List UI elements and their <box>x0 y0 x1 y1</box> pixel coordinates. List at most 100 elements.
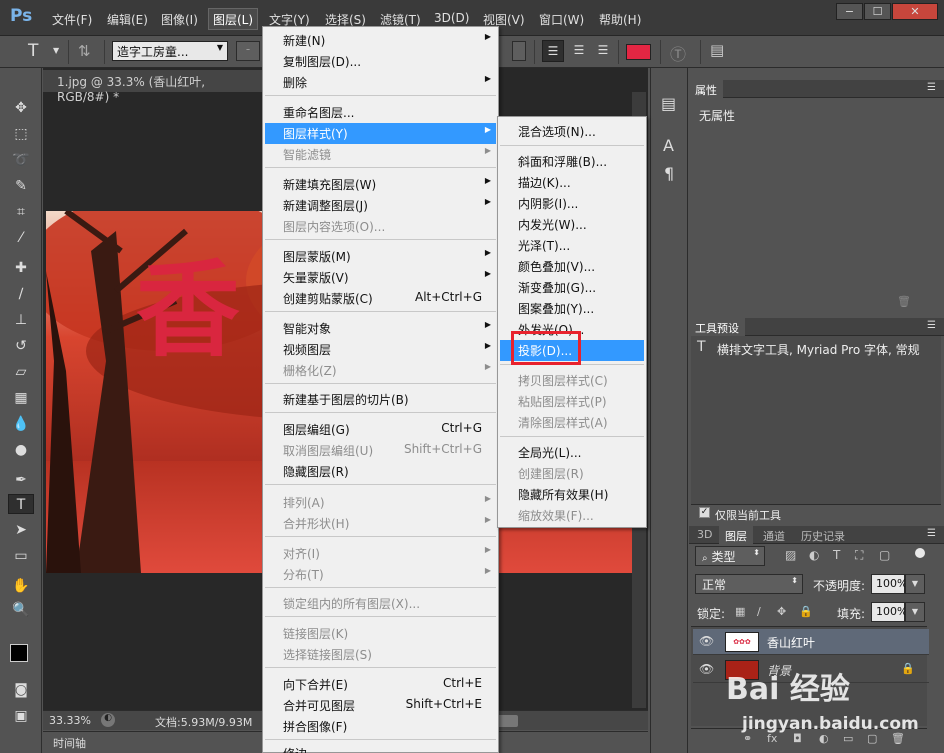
history-brush-icon[interactable]: ↺ <box>8 336 34 356</box>
stamp-tool-icon[interactable]: ⊥ <box>8 310 34 330</box>
submenu-item-scale-effects[interactable]: 缩放效果(F)... <box>500 505 644 526</box>
menu-edit[interactable]: 编辑(E) <box>107 11 148 27</box>
align-center-icon[interactable]: ☰ <box>568 40 590 62</box>
menu-item-merge-down[interactable]: 向下合并(E) Ctrl+E <box>265 674 496 695</box>
eye-icon[interactable]: 👁 <box>699 634 714 648</box>
type-tool-icon[interactable]: T <box>28 41 38 61</box>
move-tool-icon[interactable]: ✥ <box>8 98 34 118</box>
anti-alias-select[interactable] <box>512 41 526 61</box>
menu-item-matting[interactable]: 修边 <box>265 745 496 753</box>
menu-item-select-linked-layers[interactable]: 选择链接图层(S) <box>265 644 496 665</box>
submenu-item-inner-glow[interactable]: 内发光(W)... <box>500 214 644 235</box>
panel-menu-icon[interactable]: ☰ <box>927 528 936 539</box>
font-style-select[interactable]: - <box>236 41 260 61</box>
submenu-item-create-layer[interactable]: 创建图层(R) <box>500 463 644 484</box>
layer-name[interactable]: 香山红叶 <box>767 634 815 651</box>
tool-preset-entry[interactable]: 横排文字工具, Myriad Pro 字体, 常规 <box>717 341 920 358</box>
shape-tool-icon[interactable]: ▭ <box>8 546 34 566</box>
text-orientation-icon[interactable]: ⇅ <box>78 42 91 60</box>
submenu-item-blending-options[interactable]: 混合选项(N)... <box>500 121 644 142</box>
history-panel-icon[interactable]: ▤ <box>661 94 676 113</box>
menu-item-distribute[interactable]: 分布(T) ▶ <box>265 564 496 585</box>
menu-item-layer-content-options[interactable]: 图层内容选项(O)... <box>265 216 496 237</box>
menu-item-rename-layer[interactable]: 重命名图层... <box>265 102 496 123</box>
submenu-item-copy-layer-style[interactable]: 拷贝图层样式(C) <box>500 370 644 391</box>
menu-item-new-adjustment-layer[interactable]: 新建调整图层(J) ▶ <box>265 195 496 216</box>
foreground-color-swatch[interactable] <box>10 644 28 662</box>
submenu-item-color-overlay[interactable]: 颜色叠加(V)... <box>500 256 644 277</box>
submenu-item-pattern-overlay[interactable]: 图案叠加(Y)... <box>500 298 644 319</box>
tab-history[interactable]: 历史记录 <box>795 526 851 544</box>
timeline-tab[interactable]: 时间轴 <box>53 735 86 751</box>
menu-filter[interactable]: 滤镜(T) <box>380 11 421 27</box>
hand-tool-icon[interactable]: ✋ <box>8 576 34 596</box>
tab-3d[interactable]: 3D <box>691 526 718 544</box>
menu-item-merge-visible[interactable]: 合并可见图层 Shift+Ctrl+E <box>265 695 496 716</box>
fill-slider-toggle[interactable]: ▼ <box>905 602 925 622</box>
menu-type[interactable]: 文字(Y) <box>269 11 310 27</box>
submenu-item-satin[interactable]: 光泽(T)... <box>500 235 644 256</box>
zoom-level[interactable]: 33.33% <box>49 714 91 727</box>
submenu-item-clear-layer-style[interactable]: 清除图层样式(A) <box>500 412 644 433</box>
paragraph-panel-icon[interactable]: ¶ <box>664 164 674 183</box>
lock-pixels-icon[interactable]: ∕ <box>757 605 761 618</box>
menu-item-ungroup-layers[interactable]: 取消图层编组(U) Shift+Ctrl+G <box>265 440 496 461</box>
type-tool-icon[interactable]: T <box>8 494 34 514</box>
character-panel-icon[interactable]: A <box>663 136 674 155</box>
dodge-tool-icon[interactable]: ● <box>8 440 34 460</box>
menu-item-delete[interactable]: 删除 ▶ <box>265 72 496 93</box>
eye-icon[interactable]: 👁 <box>699 662 714 676</box>
warp-text-icon[interactable]: Ⓣ <box>670 41 686 65</box>
menu-select[interactable]: 选择(S) <box>325 11 366 27</box>
opacity-input[interactable]: 100% <box>871 574 907 594</box>
menu-item-flatten-image[interactable]: 拼合图像(F) <box>265 716 496 737</box>
menu-item-smart-filter[interactable]: 智能滤镜 ▶ <box>265 144 496 165</box>
menu-item-layer-mask[interactable]: 图层蒙版(M) ▶ <box>265 246 496 267</box>
menu-item-group-layers[interactable]: 图层编组(G) Ctrl+G <box>265 419 496 440</box>
text-color-swatch[interactable] <box>626 44 651 60</box>
layer-row-selected[interactable]: 👁 ✿✿✿ 香山红叶 <box>693 629 929 655</box>
panel-menu-icon[interactable]: ☰ <box>927 320 936 331</box>
submenu-item-inner-shadow[interactable]: 内阴影(I)... <box>500 193 644 214</box>
minimize-button[interactable]: − <box>836 3 863 20</box>
menu-help[interactable]: 帮助(H) <box>599 11 641 27</box>
menu-item-arrange[interactable]: 排列(A) ▶ <box>265 492 496 513</box>
menu-item-new[interactable]: 新建(N) ▶ <box>265 30 496 51</box>
menu-item-duplicate-layer[interactable]: 复制图层(D)... <box>265 51 496 72</box>
filter-pixel-icon[interactable]: ▨ <box>785 548 796 562</box>
menu-item-vector-mask[interactable]: 矢量蒙版(V) ▶ <box>265 267 496 288</box>
healing-brush-icon[interactable]: ✚ <box>8 258 34 278</box>
menu-item-lock-group-layers[interactable]: 锁定组内的所有图层(X)... <box>265 593 496 614</box>
marquee-tool-icon[interactable]: ⬚ <box>8 124 34 144</box>
blur-tool-icon[interactable]: 💧 <box>8 414 34 434</box>
menu-file[interactable]: 文件(F) <box>52 11 92 27</box>
eyedropper-tool-icon[interactable]: ⁄ <box>8 228 34 248</box>
pen-tool-icon[interactable]: ✒ <box>8 470 34 490</box>
menu-item-align[interactable]: 对齐(I) ▶ <box>265 543 496 564</box>
menu-image[interactable]: 图像(I) <box>161 11 198 27</box>
brush-tool-icon[interactable]: ∕ <box>8 284 34 304</box>
character-panel-icon[interactable]: ▤ <box>710 41 724 59</box>
fill-input[interactable]: 100% <box>871 602 907 622</box>
submenu-item-gradient-overlay[interactable]: 渐变叠加(G)... <box>500 277 644 298</box>
submenu-item-global-light[interactable]: 全局光(L)... <box>500 442 644 463</box>
eraser-tool-icon[interactable]: ▱ <box>8 362 34 382</box>
menu-item-hide-layers[interactable]: 隐藏图层(R) <box>265 461 496 482</box>
menu-layer[interactable]: 图层(L) <box>208 8 259 30</box>
filter-type-icon[interactable]: T <box>833 548 840 562</box>
submenu-item-paste-layer-style[interactable]: 粘贴图层样式(P) <box>500 391 644 412</box>
quick-select-tool-icon[interactable]: ✎ <box>8 176 34 196</box>
quick-mask-icon[interactable]: ◙ <box>8 680 34 700</box>
current-tool-only-checkbox[interactable]: ✓ <box>699 507 710 518</box>
filter-smart-object-icon[interactable]: ▢ <box>879 548 890 562</box>
align-left-icon[interactable]: ☰ <box>542 40 564 62</box>
path-select-tool-icon[interactable]: ➤ <box>8 520 34 540</box>
menu-window[interactable]: 窗口(W) <box>539 11 584 27</box>
lock-position-icon[interactable]: ✥ <box>777 605 786 618</box>
menu-item-rasterize[interactable]: 栅格化(Z) ▶ <box>265 360 496 381</box>
submenu-item-hide-all-effects[interactable]: 隐藏所有效果(H) <box>500 484 644 505</box>
menu-item-video-layer[interactable]: 视频图层 ▶ <box>265 339 496 360</box>
submenu-item-stroke[interactable]: 描边(K)... <box>500 172 644 193</box>
zoom-tool-icon[interactable]: 🔍 <box>8 600 34 620</box>
opacity-slider-toggle[interactable]: ▼ <box>905 574 925 594</box>
